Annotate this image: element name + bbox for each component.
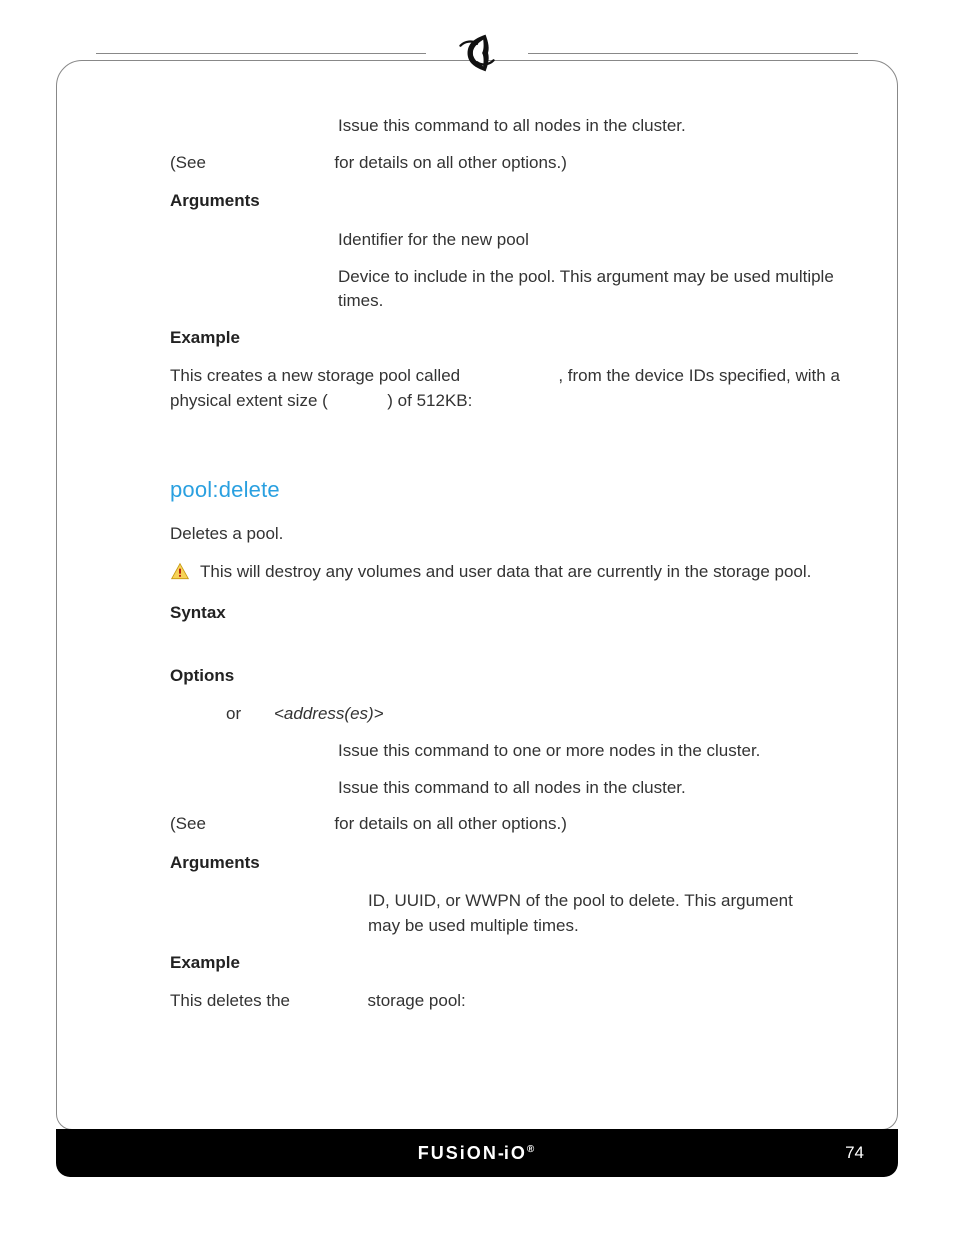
page-number: 74 [845, 1143, 864, 1163]
warning-icon [170, 562, 190, 582]
example-heading-2: Example [170, 951, 870, 976]
option-all-description-2: Issue this command to all nodes in the c… [338, 776, 870, 801]
option-all-description: Issue this command to all nodes in the c… [338, 114, 870, 139]
arg-pool-description: ID, UUID, or WWPN of the pool to delete.… [368, 889, 828, 938]
page-content: Issue this command to all nodes in the c… [170, 114, 870, 1028]
arg-device-description: Device to include in the pool. This argu… [338, 265, 870, 314]
arguments-heading-2: Arguments [170, 851, 870, 876]
fusion-io-leaf-icon [454, 30, 500, 76]
example-text: This creates a new storage pool called x… [170, 364, 840, 413]
header-rule-left [96, 53, 426, 54]
pool-delete-description: Deletes a pool. [170, 522, 870, 547]
options-heading: Options [170, 664, 870, 689]
syntax-heading: Syntax [170, 601, 870, 626]
example-heading: Example [170, 326, 870, 351]
header [0, 30, 954, 76]
warning-text: This will destroy any volumes and user d… [200, 560, 811, 585]
example-text-2: This deletes the xxxxxxxx storage pool: [170, 989, 870, 1014]
pool-delete-heading: pool:delete [170, 474, 870, 506]
options-or: or [226, 702, 274, 727]
header-rule-right [528, 53, 858, 54]
page-footer: FUSiON-iO® 74 [56, 1129, 898, 1177]
see-also-line: (See xxxxxxxxxxxxxx for details on all o… [170, 151, 870, 176]
see-also-line-2: (See xxxxxxxxxxxxxx for details on all o… [170, 812, 870, 837]
option-node-description: Issue this command to one or more nodes … [338, 739, 870, 764]
arguments-heading: Arguments [170, 189, 870, 214]
arg-name-description: Identifier for the new pool [338, 228, 870, 253]
footer-brand: FUSiON-iO® [418, 1143, 536, 1164]
warning-callout: This will destroy any volumes and user d… [170, 560, 870, 585]
options-addresses: <address(es)> [274, 702, 384, 727]
